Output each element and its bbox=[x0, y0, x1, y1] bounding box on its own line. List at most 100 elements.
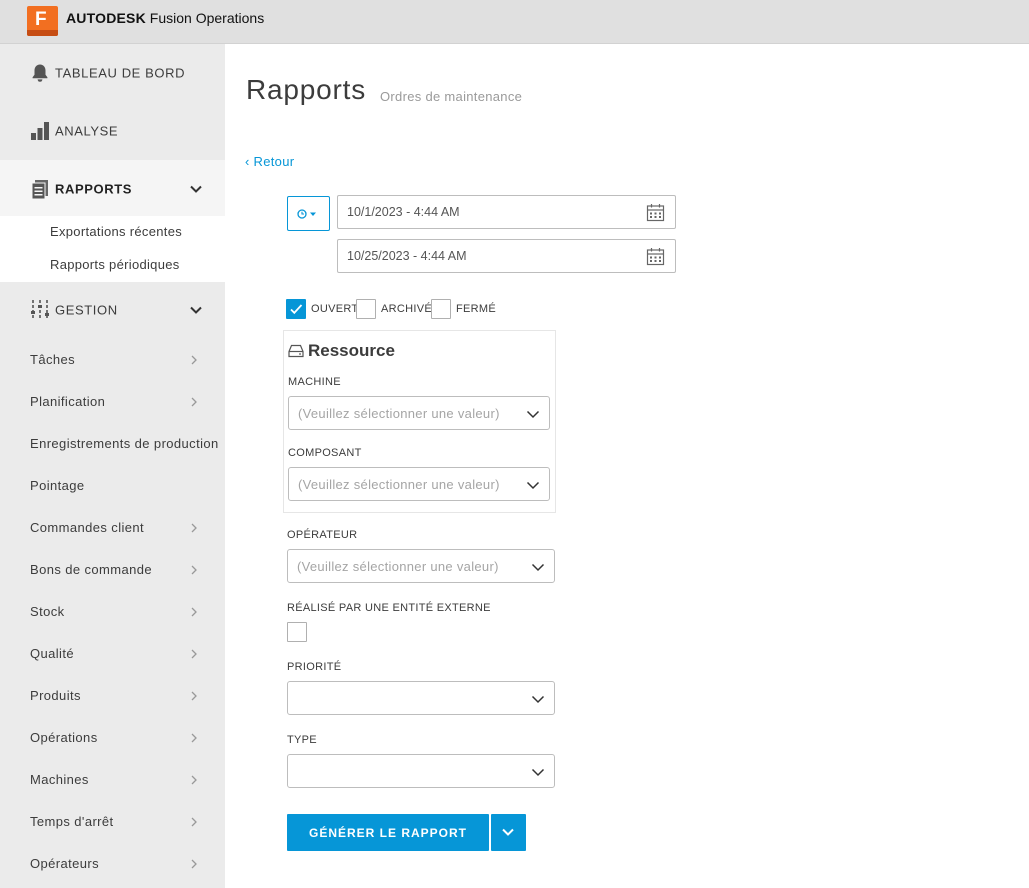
chevron-right-icon bbox=[191, 607, 197, 617]
status-open-checkbox[interactable] bbox=[286, 299, 306, 319]
checkmark-icon bbox=[290, 304, 303, 315]
chevron-down-icon bbox=[526, 481, 540, 490]
end-date-value: 10/25/2023 - 4:44 AM bbox=[347, 249, 467, 263]
fusion-logo-icon[interactable]: F bbox=[27, 6, 58, 36]
sidebar-item-label: Temps d'arrêt bbox=[30, 814, 114, 829]
chevron-right-icon bbox=[191, 565, 197, 575]
bell-icon bbox=[32, 64, 48, 82]
chevron-down-icon bbox=[531, 695, 545, 704]
chevron-right-icon bbox=[191, 859, 197, 869]
sidebar-item-time-tracking[interactable]: Pointage bbox=[30, 478, 210, 493]
sidebar-item-label: RAPPORTS bbox=[55, 181, 133, 197]
sidebar-item-tasks[interactable]: Tâches bbox=[30, 352, 210, 367]
chevron-down-icon bbox=[502, 828, 514, 836]
date-preset-button[interactable] bbox=[287, 196, 330, 231]
sidebar-item-label: Bons de commande bbox=[30, 562, 153, 577]
external-entity-checkbox[interactable] bbox=[287, 622, 307, 642]
reports-submenu: Exportations récentes Rapports périodiqu… bbox=[0, 216, 225, 282]
chevron-down-icon[interactable] bbox=[188, 302, 204, 318]
machine-select[interactable]: (Veuillez sélectionner une valeur) bbox=[288, 396, 550, 430]
sidebar-item-label: Produits bbox=[30, 688, 81, 703]
machine-label: MACHINE bbox=[288, 376, 341, 388]
status-archived-checkbox[interactable] bbox=[356, 299, 376, 319]
status-archived-label: ARCHIVÉ bbox=[381, 303, 432, 315]
start-date-field[interactable]: 10/1/2023 - 4:44 AM bbox=[337, 195, 676, 229]
chevron-right-icon bbox=[191, 523, 197, 533]
brand-name[interactable]: AUTODESK Fusion Operations bbox=[66, 10, 264, 26]
component-label: COMPOSANT bbox=[288, 447, 362, 459]
sidebar-item-purchase-orders[interactable]: Bons de commande bbox=[30, 562, 210, 577]
status-open-label: OUVERT bbox=[311, 303, 359, 315]
sidebar-item-quality[interactable]: Qualité bbox=[30, 646, 210, 661]
sidebar-item-downtime[interactable]: Temps d'arrêt bbox=[30, 814, 210, 829]
sidebar-item-machines[interactable]: Machines bbox=[30, 772, 210, 787]
page-title: Rapports bbox=[246, 74, 367, 105]
sidebar-item-stock[interactable]: Stock bbox=[30, 604, 210, 619]
hard-drive-icon bbox=[288, 344, 304, 358]
bar-chart-icon bbox=[31, 122, 49, 140]
operator-select[interactable]: (Veuillez sélectionner une valeur) bbox=[287, 549, 555, 583]
calendar-icon[interactable] bbox=[646, 203, 665, 222]
sidebar-item-customer-orders[interactable]: Commandes client bbox=[30, 520, 210, 535]
chevron-down-icon[interactable] bbox=[188, 181, 204, 197]
sidebar-item-label: ANALYSE bbox=[55, 123, 119, 139]
top-bar: F AUTODESK Fusion Operations bbox=[0, 0, 1029, 44]
generate-options-button[interactable] bbox=[491, 814, 526, 851]
operator-placeholder: (Veuillez sélectionner une valeur) bbox=[297, 559, 499, 574]
report-icon bbox=[31, 180, 48, 200]
sidebar-item-label: GESTION bbox=[55, 302, 118, 318]
submenu-recent-exports[interactable]: Exportations récentes bbox=[50, 224, 182, 239]
sidebar-item-analysis[interactable]: ANALYSE bbox=[0, 102, 225, 160]
sidebar-item-production-records[interactable]: Enregistrements de production bbox=[30, 436, 218, 451]
chevron-down-icon bbox=[531, 768, 545, 777]
sidebar-item-label: Commandes client bbox=[30, 520, 145, 535]
status-closed-label: FERMÉ bbox=[456, 303, 496, 315]
sliders-icon bbox=[31, 300, 49, 320]
priority-label: PRIORITÉ bbox=[287, 661, 342, 673]
type-select[interactable] bbox=[287, 754, 555, 788]
sidebar-item-label: Tâches bbox=[30, 352, 76, 367]
sidebar-item-reports[interactable]: RAPPORTS bbox=[0, 160, 225, 218]
sidebar-item-products[interactable]: Produits bbox=[30, 688, 210, 703]
sidebar-item-label: Opérateurs bbox=[30, 856, 100, 871]
chevron-right-icon bbox=[191, 397, 197, 407]
sidebar-item-management[interactable]: GESTION bbox=[0, 281, 225, 339]
sidebar-item-label: Stock bbox=[30, 604, 65, 619]
sidebar-item-label: Machines bbox=[30, 772, 89, 787]
sidebar-item-label: TABLEAU DE BORD bbox=[55, 65, 186, 81]
component-placeholder: (Veuillez sélectionner une valeur) bbox=[298, 477, 500, 492]
sidebar-item-label: Enregistrements de production bbox=[30, 436, 219, 451]
sidebar: TABLEAU DE BORD ANALYSE RAPPORTS bbox=[0, 44, 225, 888]
back-link[interactable]: ‹ Retour bbox=[245, 154, 294, 169]
external-entity-label: RÉALISÉ PAR UNE ENTITÉ EXTERNE bbox=[287, 602, 491, 614]
chevron-right-icon bbox=[191, 733, 197, 743]
type-label: TYPE bbox=[287, 734, 317, 746]
end-date-field[interactable]: 10/25/2023 - 4:44 AM bbox=[337, 239, 676, 273]
sidebar-item-operations[interactable]: Opérations bbox=[30, 730, 210, 745]
resource-title: Ressource bbox=[308, 341, 395, 360]
clock-dropdown-icon bbox=[297, 209, 316, 219]
status-closed-checkbox[interactable] bbox=[431, 299, 451, 319]
sidebar-item-label: Pointage bbox=[30, 478, 85, 493]
sidebar-item-label: Opérations bbox=[30, 730, 98, 745]
start-date-value: 10/1/2023 - 4:44 AM bbox=[347, 205, 460, 219]
calendar-icon[interactable] bbox=[646, 247, 665, 266]
page-subtitle: Ordres de maintenance bbox=[380, 89, 523, 104]
sidebar-item-dashboard[interactable]: TABLEAU DE BORD bbox=[0, 44, 225, 102]
chevron-right-icon bbox=[191, 691, 197, 701]
sidebar-item-label: Planification bbox=[30, 394, 106, 409]
chevron-right-icon bbox=[191, 649, 197, 659]
machine-placeholder: (Veuillez sélectionner une valeur) bbox=[298, 406, 500, 421]
sidebar-item-operators[interactable]: Opérateurs bbox=[30, 856, 210, 871]
operator-label: OPÉRATEUR bbox=[287, 529, 358, 541]
brand-main: AUTODESK bbox=[66, 10, 146, 26]
chevron-down-icon bbox=[526, 410, 540, 419]
submenu-periodic-reports[interactable]: Rapports périodiques bbox=[50, 257, 180, 272]
chevron-right-icon bbox=[191, 355, 197, 365]
sidebar-item-planning[interactable]: Planification bbox=[30, 394, 210, 409]
logo-letter: F bbox=[35, 9, 47, 30]
component-select[interactable]: (Veuillez sélectionner une valeur) bbox=[288, 467, 550, 501]
generate-report-button[interactable]: GÉNÉRER LE RAPPORT bbox=[287, 814, 489, 851]
brand-sub: Fusion Operations bbox=[149, 10, 265, 26]
priority-select[interactable] bbox=[287, 681, 555, 715]
